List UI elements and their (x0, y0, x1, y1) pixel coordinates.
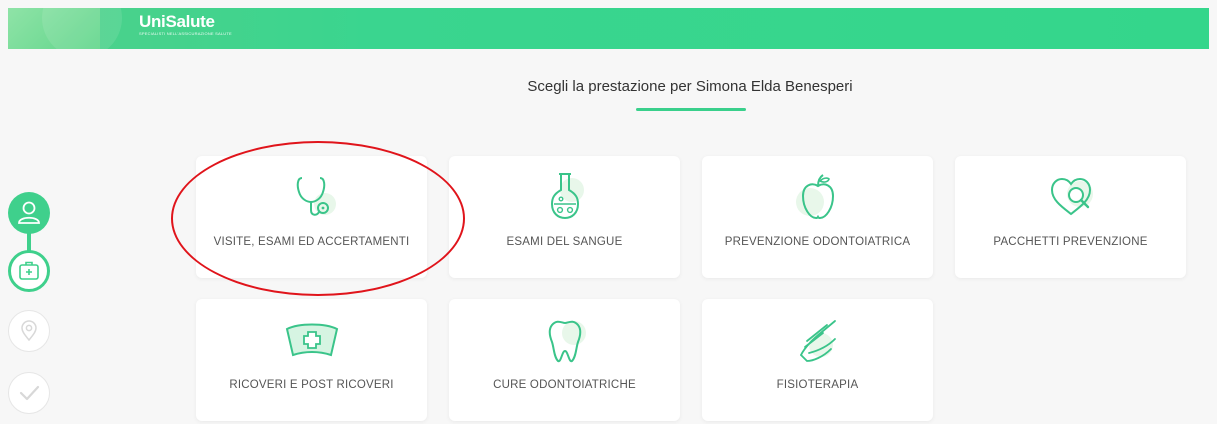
step-confirm[interactable] (8, 372, 50, 414)
step-service[interactable] (8, 250, 50, 292)
step-location[interactable] (8, 310, 50, 352)
apple-icon (795, 174, 834, 220)
brand-name: UniSalute (139, 12, 215, 31)
title-underline (636, 108, 746, 111)
service-label: ESAMI DEL SANGUE (506, 236, 623, 248)
tooth-icon (548, 320, 586, 363)
header-decoration (8, 8, 122, 49)
service-card-visite[interactable]: VISITE, ESAMI ED ACCERTAMENTI (196, 156, 427, 278)
service-label: RICOVERI E POST RICOVERI (229, 379, 394, 391)
location-pin-icon (21, 320, 37, 342)
heart-search-icon (1050, 177, 1093, 216)
step-user[interactable] (8, 192, 50, 234)
checkmark-icon (19, 385, 40, 401)
nurse-cap-icon (285, 323, 338, 357)
service-card-esami-sangue[interactable]: ESAMI DEL SANGUE (449, 156, 680, 278)
service-label: VISITE, ESAMI ED ACCERTAMENTI (213, 236, 410, 248)
service-card-fisioterapia[interactable]: FISIOTERAPIA (702, 299, 933, 421)
user-icon (18, 201, 40, 224)
medical-kit-icon (19, 261, 39, 280)
service-card-prevenzione-odontoiatrica[interactable]: PREVENZIONE ODONTOIATRICA (702, 156, 933, 278)
service-label: PREVENZIONE ODONTOIATRICA (724, 236, 911, 248)
flask-icon (550, 173, 584, 220)
service-card-cure-odontoiatriche[interactable]: CURE ODONTOIATRICHE (449, 299, 680, 421)
page-title: Scegli la prestazione per Simona Elda Be… (527, 78, 853, 95)
service-card-ricoveri[interactable]: RICOVERI E POST RICOVERI (196, 299, 427, 421)
top-header: UniSalute SPECIALISTI NELL'ASSICURAZIONE… (8, 8, 1209, 49)
unisalute-logo[interactable]: UniSalute SPECIALISTI NELL'ASSICURAZIONE… (139, 12, 232, 37)
stethoscope-icon (296, 177, 336, 216)
hand-icon (799, 320, 836, 362)
service-card-pacchetti-prevenzione[interactable]: PACCHETTI PREVENZIONE (955, 156, 1186, 278)
service-label: CURE ODONTOIATRICHE (493, 379, 636, 391)
service-label: PACCHETTI PREVENZIONE (993, 236, 1148, 248)
progress-stepper (8, 192, 52, 424)
brand-tagline: SPECIALISTI NELL'ASSICURAZIONE SALUTE (139, 31, 232, 36)
service-label: FISIOTERAPIA (776, 379, 859, 391)
